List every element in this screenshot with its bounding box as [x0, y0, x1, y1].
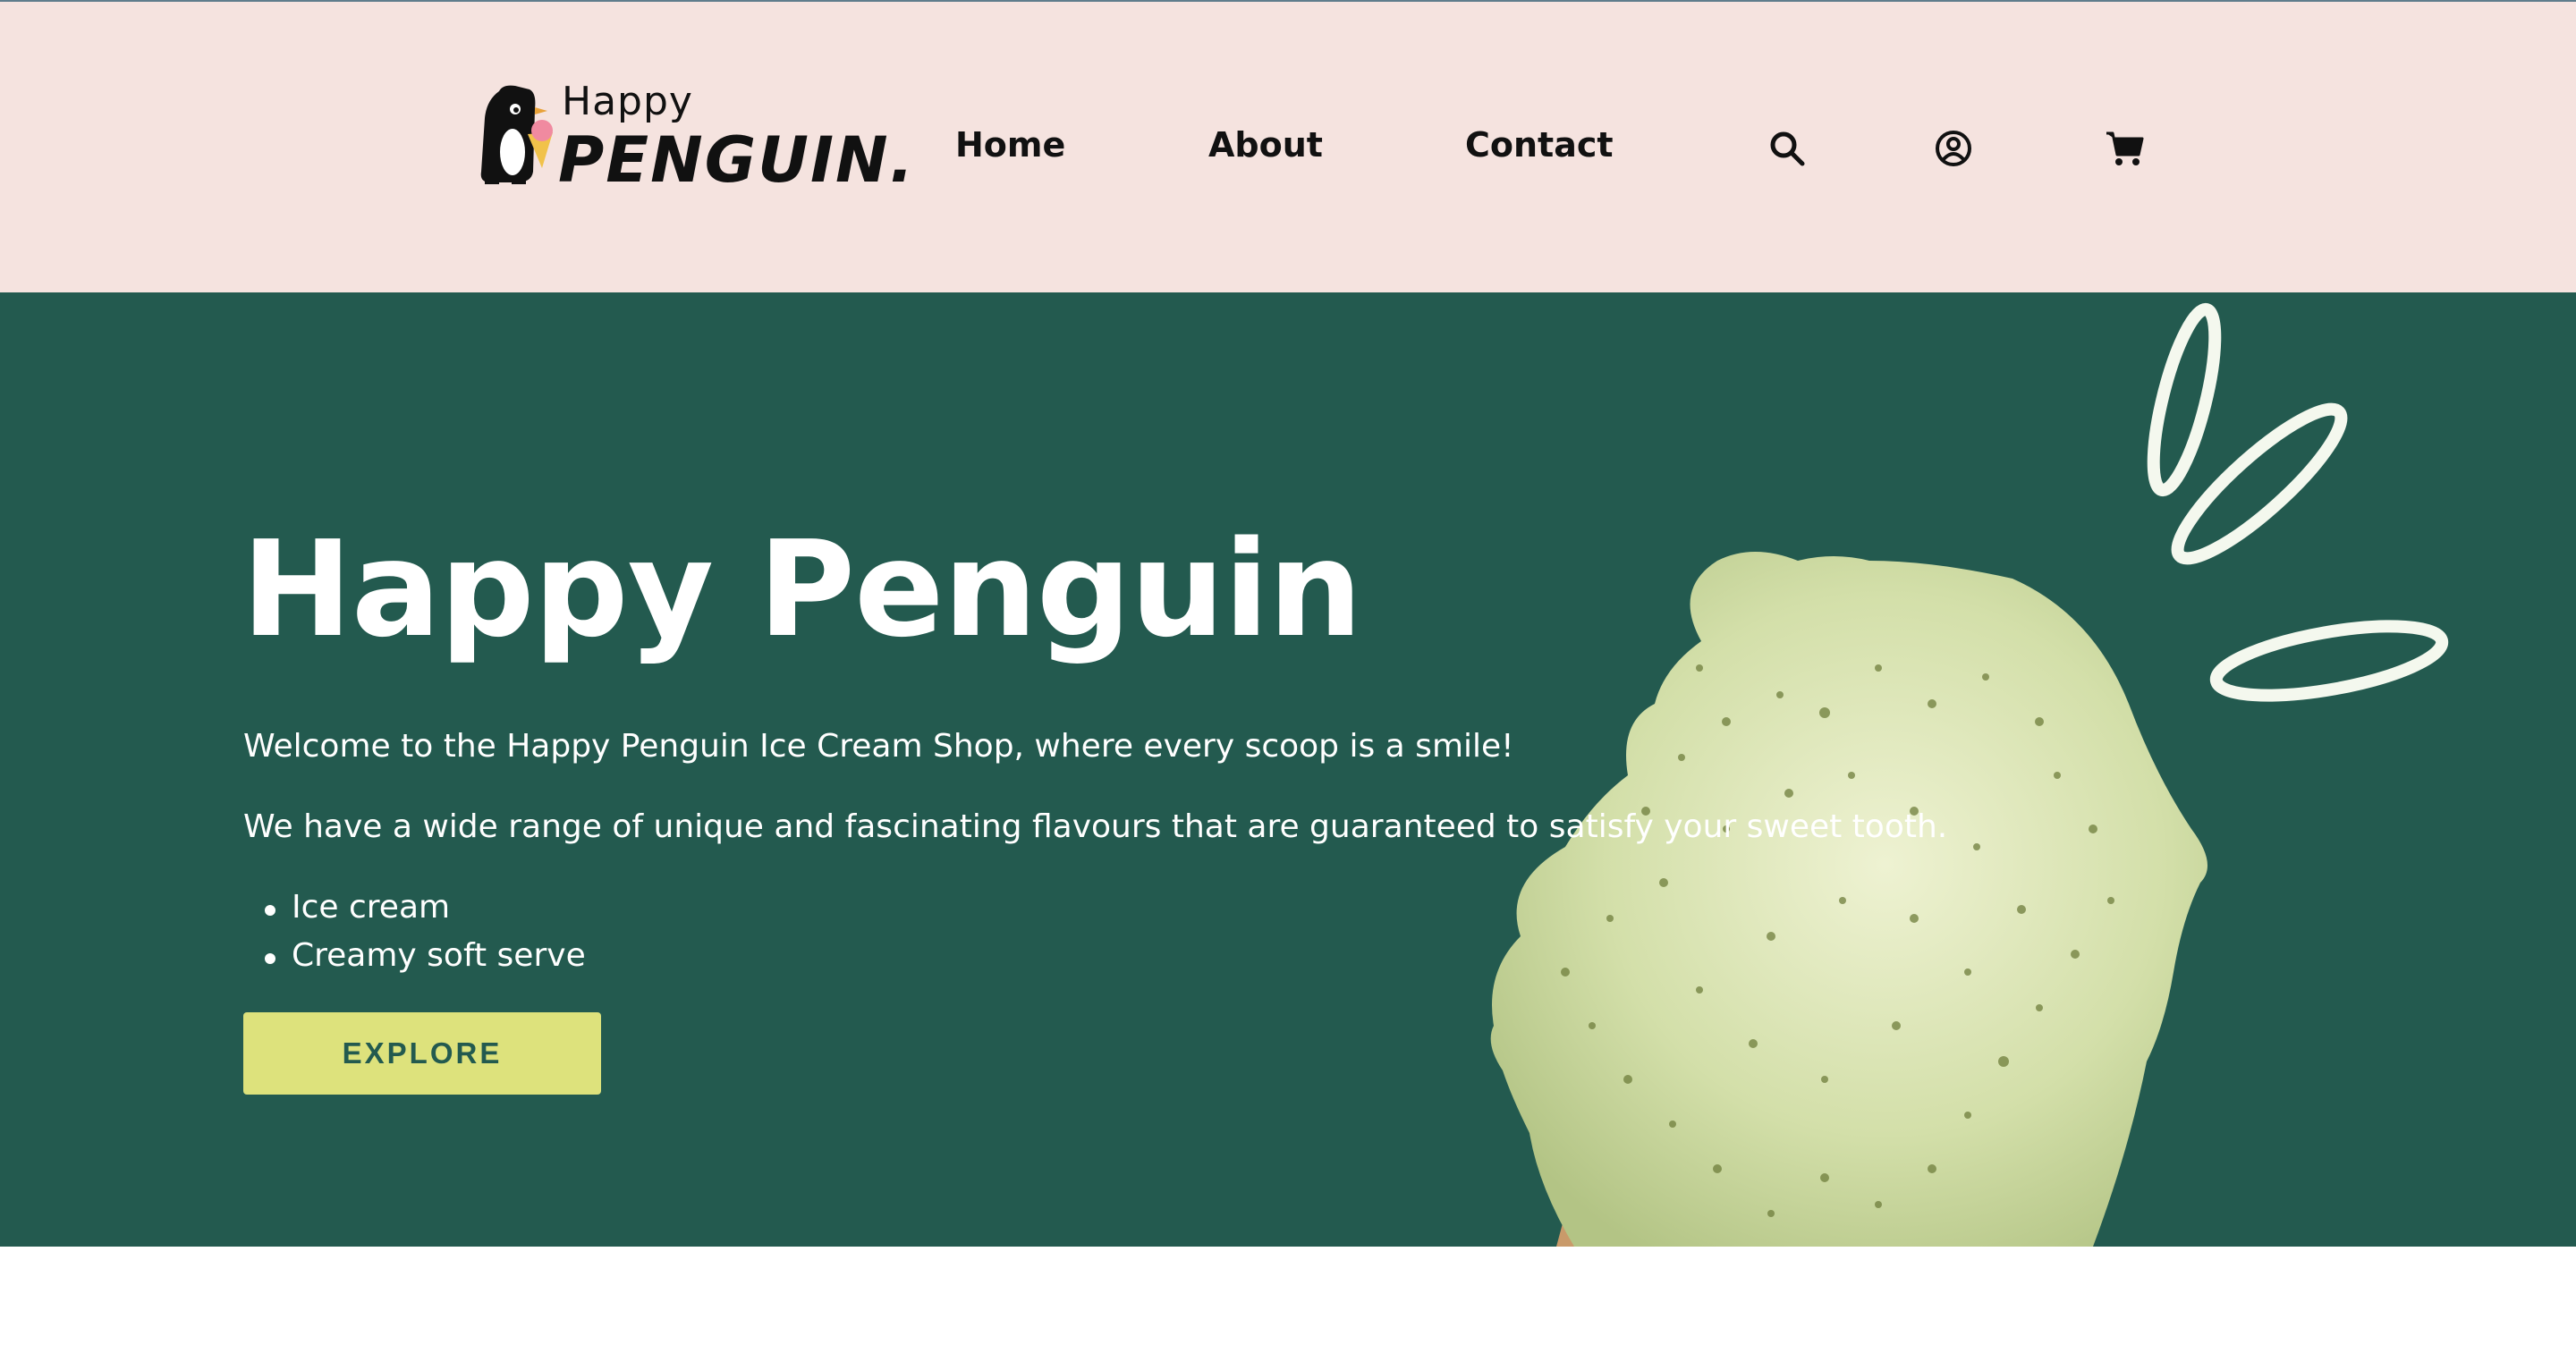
product-list: Ice cream Creamy soft serve: [265, 889, 586, 985]
list-item: Creamy soft serve: [265, 937, 586, 985]
search-icon[interactable]: [1768, 130, 1806, 167]
cart-icon[interactable]: [2105, 130, 2144, 167]
page: Happy PENGUIN. Home About Contact Happy …: [0, 0, 2576, 1370]
account-icon[interactable]: [1935, 130, 1972, 167]
logo-text-penguin: PENGUIN.: [558, 123, 916, 197]
penguin-logo-icon: [480, 85, 553, 184]
brand-logo[interactable]: Happy PENGUIN.: [472, 77, 913, 197]
hero-title: Happy Penguin: [242, 512, 1362, 666]
ice-cream-scoop-image: [1490, 302, 2449, 1247]
list-item: Ice cream: [265, 889, 586, 937]
nav-about[interactable]: About: [1208, 125, 1323, 165]
logo-text-happy: Happy: [562, 79, 693, 124]
hero-welcome-text: Welcome to the Happy Penguin Ice Cream S…: [243, 728, 1514, 765]
site-header: Happy PENGUIN. Home About Contact: [0, 0, 2576, 292]
hero-section: Happy Penguin Welcome to the Happy Pengu…: [0, 292, 2576, 1247]
nav-home[interactable]: Home: [955, 125, 1065, 165]
explore-button[interactable]: EXPLORE: [243, 1012, 601, 1095]
hero-flavours-text: We have a wide range of unique and fasci…: [243, 808, 1948, 845]
nav-contact[interactable]: Contact: [1465, 125, 1614, 165]
